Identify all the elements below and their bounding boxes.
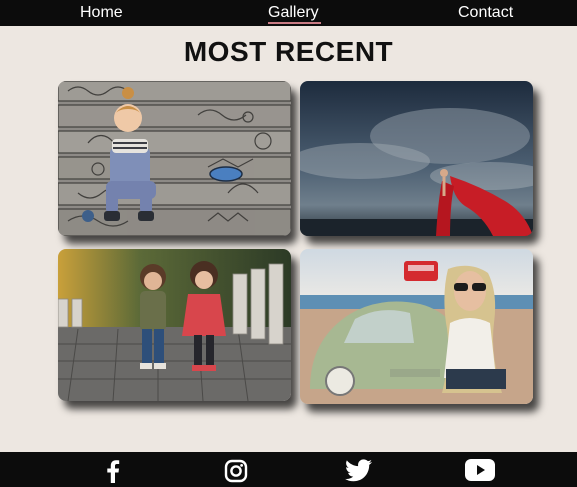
gallery-photo-two-children[interactable] xyxy=(58,249,291,401)
gallery-photo-red-dress[interactable] xyxy=(300,81,533,236)
nav-link-gallery[interactable]: Gallery xyxy=(268,3,319,23)
nav-link-home[interactable]: Home xyxy=(80,3,123,23)
top-navigation: Home Gallery Contact xyxy=(0,0,577,26)
footer-social-bar xyxy=(0,452,577,487)
photo-girl-steps-image xyxy=(58,81,291,236)
twitter-icon[interactable] xyxy=(345,459,372,487)
instagram-icon[interactable] xyxy=(224,459,248,487)
photo-vintage-car-image xyxy=(300,249,533,404)
photo-red-dress-image xyxy=(300,81,533,236)
page-title: MOST RECENT xyxy=(183,36,394,67)
gallery-photo-girl-steps[interactable] xyxy=(58,81,291,236)
photo-two-children-image xyxy=(58,249,291,401)
active-nav-underline xyxy=(268,22,321,24)
gallery-photo-vintage-car[interactable] xyxy=(300,249,533,404)
nav-link-contact[interactable]: Contact xyxy=(458,3,513,23)
facebook-icon[interactable] xyxy=(105,459,121,487)
youtube-icon[interactable] xyxy=(465,459,495,486)
